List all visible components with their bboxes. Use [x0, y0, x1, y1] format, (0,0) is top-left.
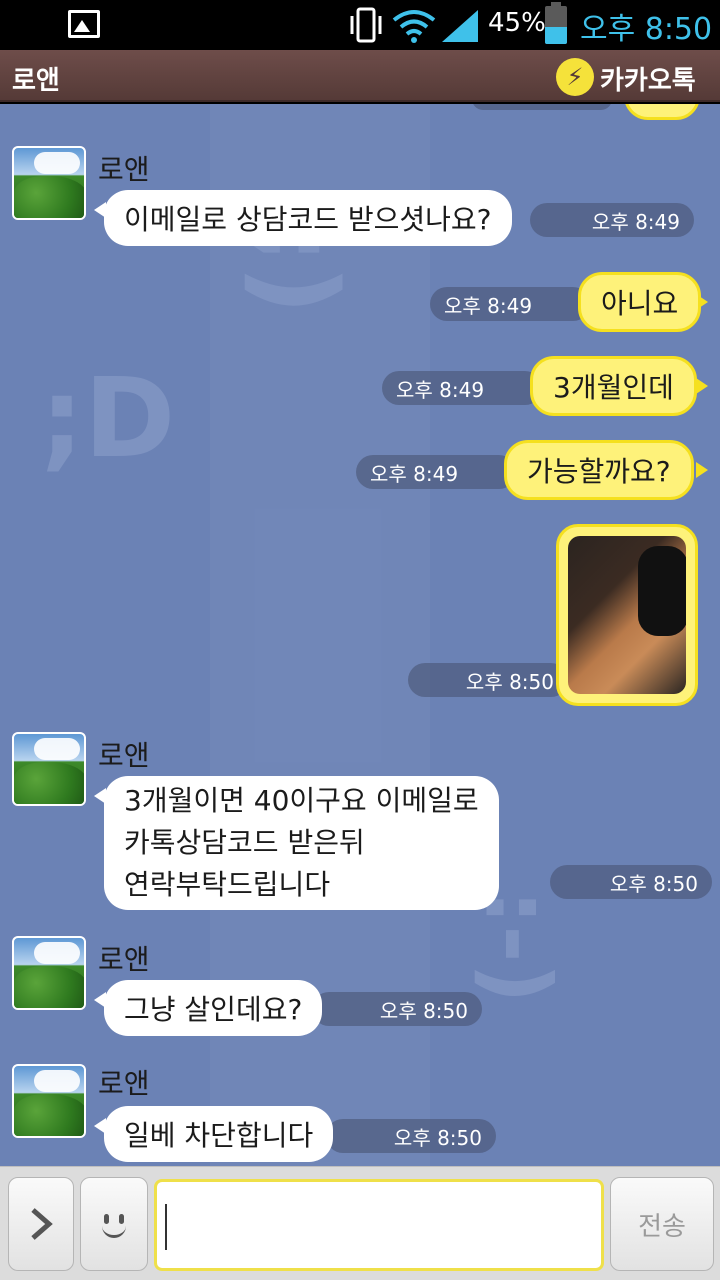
- gallery-icon: [68, 10, 100, 38]
- message-bubble-mine[interactable]: 가능할까요?: [504, 440, 694, 500]
- photo-message[interactable]: [556, 524, 698, 706]
- message-text: 이메일로 상담코드 받으셧나요?: [124, 203, 492, 236]
- sender-name: 로앤: [98, 1067, 150, 1100]
- chat-header: 로앤 ⚡ 카카오톡: [0, 50, 720, 102]
- bubble-tail: [696, 378, 708, 394]
- sender-name: 로앤: [98, 739, 150, 772]
- message-time: 오후 8:49: [382, 371, 542, 405]
- wifi-icon: [392, 10, 436, 43]
- chat-title: 로앤: [12, 66, 60, 96]
- chevron-right-icon: [31, 1208, 53, 1240]
- status-time: 오후 8:50: [580, 12, 713, 47]
- message-line: 카톡상담코드 받은뒤: [124, 826, 365, 859]
- vibrate-icon: [350, 7, 382, 43]
- text-caret: [165, 1204, 167, 1250]
- message-bubble[interactable]: 그냥 살인데요?: [104, 980, 323, 1036]
- message-text: 그냥 살인데요?: [124, 993, 303, 1026]
- send-label: 전송: [638, 1211, 686, 1242]
- message-bubble[interactable]: 일베 차단합니다: [104, 1106, 334, 1162]
- battery-icon: [545, 2, 567, 44]
- message-text: 일베 차단합니다: [124, 1119, 314, 1152]
- message-text: 가능할까요?: [527, 455, 671, 488]
- message-bubble-mine[interactable]: 3개월인데: [530, 356, 697, 416]
- message-time: 오후 8:49: [530, 203, 694, 237]
- message-bubble[interactable]: 3개월이면 40이구요 이메일로 카톡상담코드 받은뒤 연락부탁드립니다: [104, 776, 499, 910]
- input-bar: 전송: [0, 1166, 720, 1280]
- sender-name: 로앤: [98, 943, 150, 976]
- bubble-tail: [696, 462, 708, 478]
- signal-icon: [442, 10, 478, 42]
- more-button[interactable]: [8, 1177, 74, 1271]
- battery-percent: 45%: [488, 8, 546, 38]
- message-line: 3개월이면 40이구요 이메일로: [124, 784, 479, 817]
- message-time: 오후 8:49: [356, 455, 516, 489]
- background-emoticon: ;D: [40, 354, 176, 482]
- photo-thumbnail: [568, 536, 686, 694]
- message-line: 연락부탁드립니다: [124, 868, 331, 901]
- message-time: 오후 8:50: [326, 1119, 496, 1153]
- message-bubble-mine[interactable]: 아니요: [578, 272, 702, 332]
- message-time: 오후 8:50: [550, 865, 712, 899]
- avatar[interactable]: [12, 732, 86, 806]
- avatar[interactable]: [12, 146, 86, 220]
- message-bubble[interactable]: 이메일로 상담코드 받으셧나요?: [104, 190, 512, 246]
- message-text: 3개월인데: [553, 371, 674, 404]
- kakaotalk-icon: ⚡: [556, 58, 594, 96]
- message-time: 오후 8:49: [430, 287, 590, 321]
- status-bar: 45% 오후 8:50: [0, 0, 720, 50]
- message-input[interactable]: [154, 1179, 604, 1271]
- sender-name: 로앤: [98, 153, 150, 186]
- message-time: 오후 8:50: [408, 663, 568, 697]
- avatar[interactable]: [12, 1064, 86, 1138]
- message-text: 아니요: [601, 287, 679, 320]
- avatar[interactable]: [12, 936, 86, 1010]
- send-button[interactable]: 전송: [610, 1177, 714, 1271]
- message-text: …: [648, 104, 676, 109]
- brand-label: 카카오톡: [600, 66, 696, 96]
- emoticon-button[interactable]: [80, 1177, 148, 1271]
- message-time: 오후 8:50: [312, 992, 482, 1026]
- message-time: [472, 104, 612, 110]
- smiley-icon: [92, 1202, 136, 1246]
- message-bubble-mine[interactable]: …: [624, 104, 700, 120]
- chat-area[interactable]: ;) ;D ;) :-) … 로앤 오후 8:49 이메일로 상담코드 받으셧나…: [0, 104, 720, 1166]
